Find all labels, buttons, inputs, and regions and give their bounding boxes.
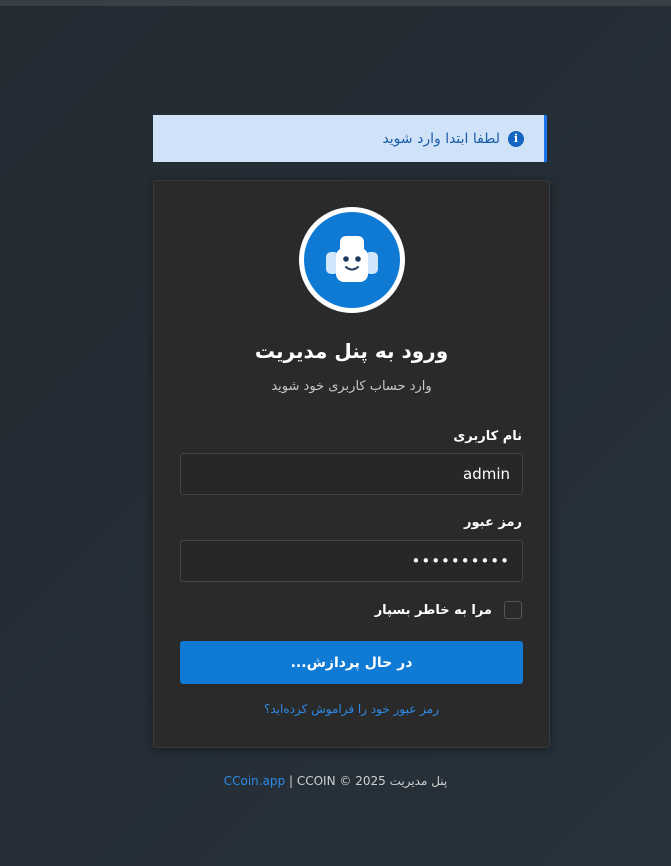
footer-brand-link[interactable]: CCoin.app bbox=[224, 774, 285, 788]
alert-text: لطفا ابتدا وارد شوید bbox=[382, 130, 500, 147]
page-subtitle: وارد حساب کاربری خود شوید bbox=[271, 379, 432, 394]
footer: پنل مدیریت CCoin.app | CCOIN © 2025 bbox=[0, 774, 671, 788]
browser-top-bar bbox=[0, 0, 671, 6]
page-title: ورود به پنل مدیریت bbox=[254, 339, 449, 363]
username-input[interactable] bbox=[180, 453, 523, 495]
remember-label: مرا به خاطر بسپار bbox=[374, 602, 492, 618]
info-icon: i bbox=[508, 130, 524, 147]
username-label: نام کاربری bbox=[453, 429, 522, 444]
footer-copyright: | CCOIN © 2025 bbox=[289, 774, 386, 788]
login-submit-button[interactable]: در حال پردازش... bbox=[180, 641, 523, 684]
password-label: رمز عبور bbox=[464, 515, 522, 530]
robot-icon bbox=[304, 212, 400, 308]
remember-me[interactable]: مرا به خاطر بسپار bbox=[375, 601, 522, 619]
footer-prefix: پنل مدیریت bbox=[389, 774, 448, 788]
logo-avatar bbox=[299, 207, 405, 313]
login-card: ورود به پنل مدیریت وارد حساب کاربری خود … bbox=[153, 180, 550, 748]
forgot-password-link[interactable]: رمز عبور خود را فراموش کرده‌اید؟ bbox=[154, 702, 549, 716]
password-input[interactable] bbox=[180, 540, 523, 582]
info-alert: i لطفا ابتدا وارد شوید bbox=[153, 115, 547, 162]
remember-checkbox[interactable] bbox=[504, 601, 522, 619]
